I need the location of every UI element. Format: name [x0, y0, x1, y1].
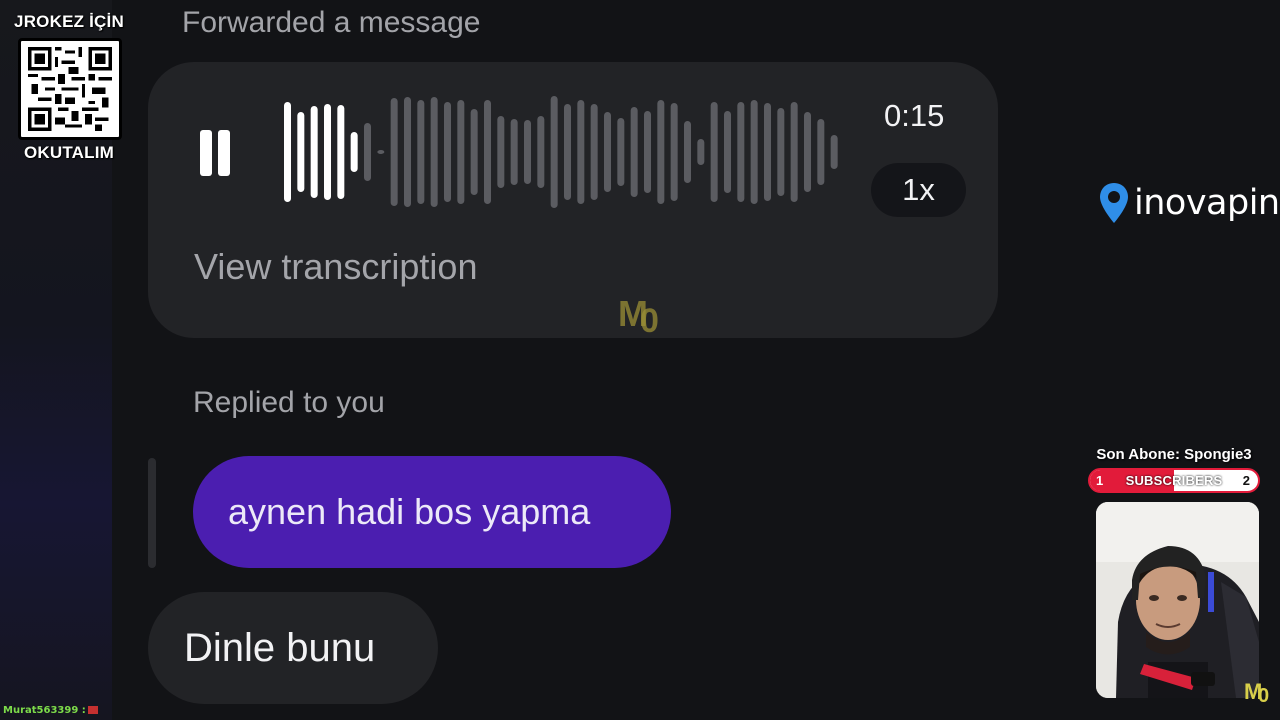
waveform-bar [710, 102, 718, 202]
viewer-name: Murat563399 : [3, 705, 86, 716]
waveform-bar [390, 98, 398, 206]
waveform-bar [670, 103, 678, 201]
waveform-bar [524, 120, 531, 184]
waveform-bar [537, 116, 545, 188]
waveform-bar [604, 112, 611, 192]
md-watermark-logo: M 0 [618, 293, 659, 334]
waveform-bar [804, 112, 811, 192]
waveform-bar [737, 102, 745, 202]
waveform-bar [764, 103, 771, 201]
waveform-bar [617, 118, 625, 186]
waveform-bar [430, 97, 438, 207]
sponsor-logo: inovapin [1098, 180, 1280, 226]
subscriber-goal-target: 2 [1242, 473, 1250, 488]
subscriber-goal-label: SUBSCRIBERS [1125, 473, 1223, 488]
reply-indicator-bar [148, 458, 156, 568]
subscriber-goal-bar: SUBSCRIBERS 1 2 [1088, 468, 1260, 493]
viewer-chat-line: Murat563399 : [3, 705, 98, 716]
audio-waveform[interactable] [282, 92, 842, 212]
waveform-bar [817, 119, 825, 185]
waveform-bar [777, 108, 785, 196]
waveform-bar [830, 135, 838, 169]
waveform-bar [644, 111, 651, 193]
waveform-bar [630, 107, 638, 197]
svg-text:0: 0 [1258, 685, 1269, 703]
view-transcription-link[interactable]: View transcription [194, 246, 477, 288]
svg-text:0: 0 [640, 302, 659, 334]
qr-code-image [18, 38, 122, 140]
message-bubble[interactable]: Dinle bunu [148, 592, 438, 704]
waveform-bar [284, 102, 291, 202]
waveform-bar [657, 100, 665, 204]
forwarded-label: Forwarded a message [182, 6, 481, 39]
waveform-bar [564, 104, 571, 200]
waveform-bar [590, 104, 598, 200]
pause-icon[interactable] [200, 130, 232, 176]
location-pin-icon [1100, 183, 1128, 223]
waveform-bar [457, 100, 465, 204]
waveform-bar [750, 100, 758, 204]
waveform-bar [510, 119, 518, 185]
waveform-bar [377, 150, 385, 154]
waveform-bar [484, 100, 491, 204]
waveform-bar [444, 102, 451, 202]
waveform-bar [550, 96, 558, 208]
sponsor-name: inovapin [1134, 183, 1280, 223]
waveform-bar [470, 109, 478, 195]
waveform-bar [417, 100, 425, 204]
waveform-bar [724, 111, 731, 193]
waveform-bar [790, 102, 798, 202]
waveform-bar [404, 97, 411, 207]
replied-label: Replied to you [193, 386, 385, 419]
voice-duration: 0:15 [884, 98, 945, 133]
subscriber-goal-start: 1 [1096, 473, 1104, 488]
waveform-bar [297, 112, 305, 192]
webcam-feed [1096, 502, 1259, 698]
waveform-bar [364, 123, 371, 181]
waveform-bar [577, 100, 585, 204]
waveform-bar [310, 106, 318, 198]
reply-message-bubble[interactable]: aynen hadi bos yapma [193, 456, 671, 568]
waveform-bar [324, 104, 331, 200]
waveform-bar [684, 121, 691, 183]
playback-speed-button[interactable]: 1x [871, 163, 966, 217]
waveform-bar [337, 105, 345, 199]
qr-subtitle: OKUTALIM [23, 143, 115, 162]
waveform-bar [497, 116, 505, 188]
waveform-bar [697, 139, 705, 165]
waveform-bar [350, 132, 358, 172]
qr-title: JROKEZ İÇİN [14, 12, 124, 31]
flag-icon [87, 706, 98, 714]
md-watermark-small-logo: M 0 [1244, 679, 1269, 703]
last-subscriber-label: Son Abone: Spongie3 [1096, 446, 1252, 463]
